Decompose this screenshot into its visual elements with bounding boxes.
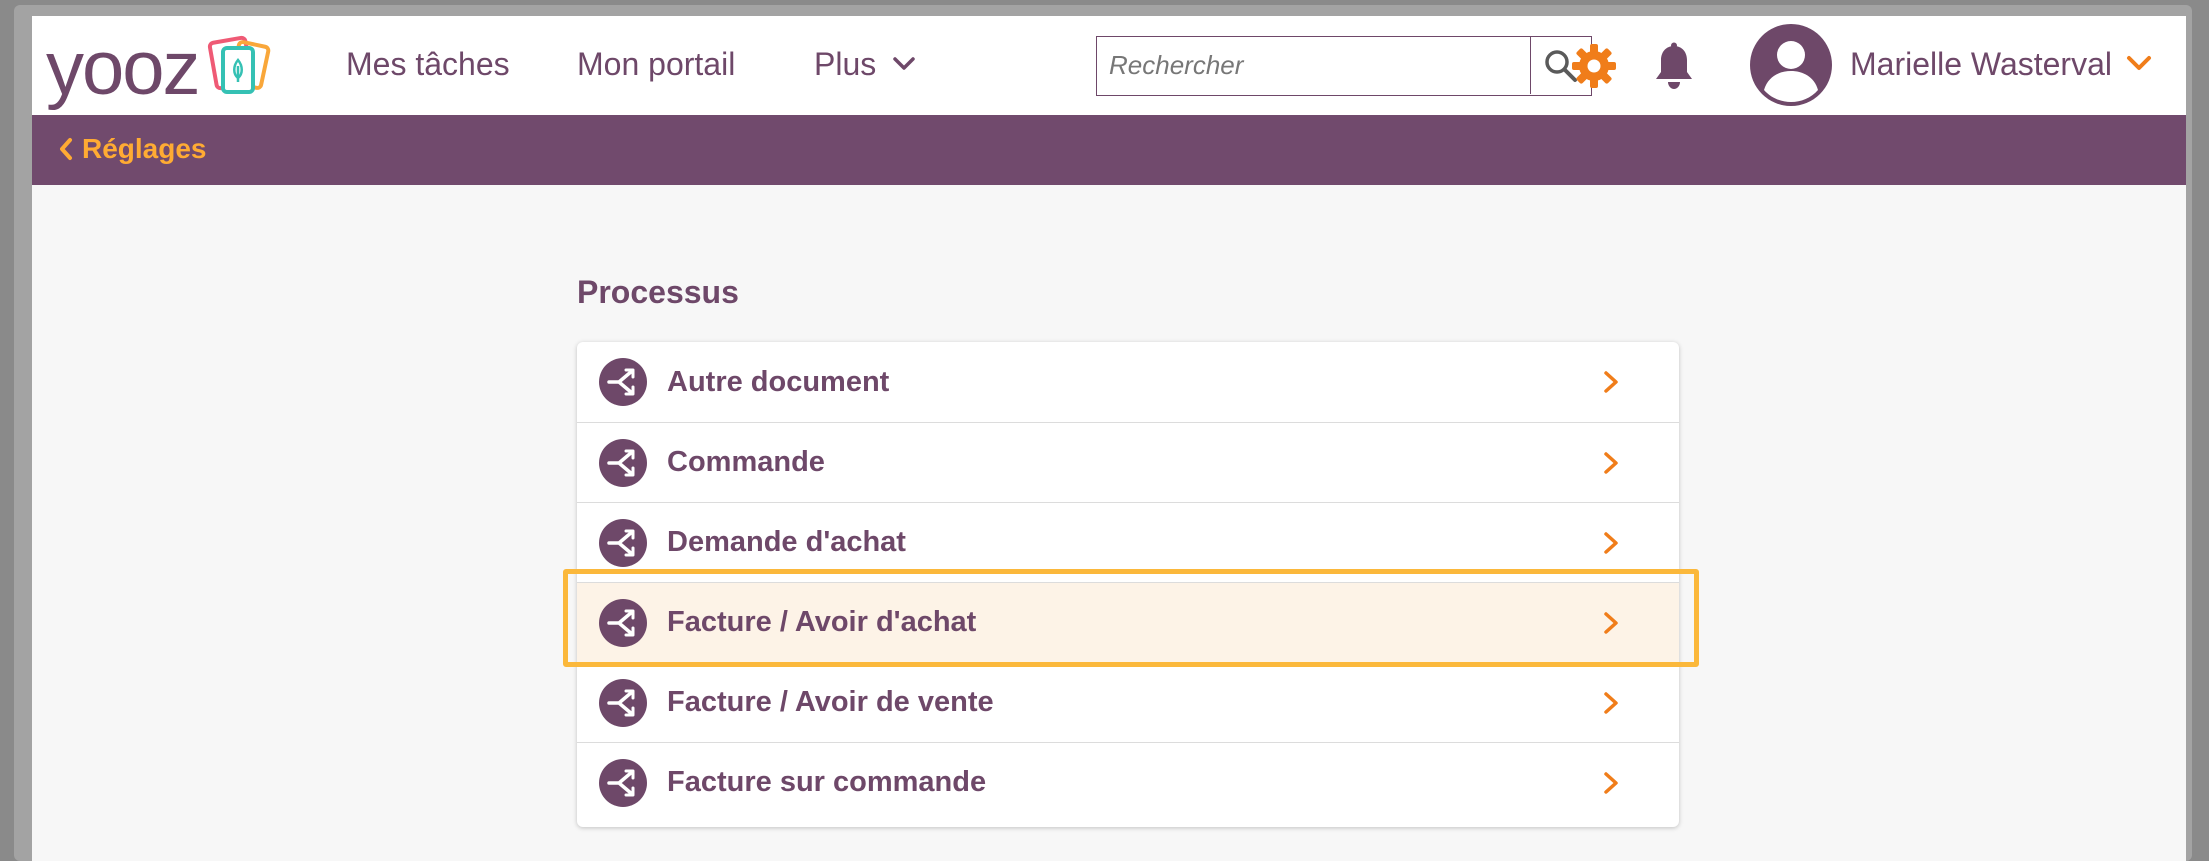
- chevron-right-icon: [1604, 531, 1618, 554]
- chevron-right-icon: [1604, 691, 1618, 714]
- process-label: Facture sur commande: [667, 766, 987, 798]
- nav-mes-taches[interactable]: Mes tâches: [346, 42, 510, 86]
- gear-icon[interactable]: [1570, 42, 1618, 90]
- process-branch-icon: [599, 758, 647, 807]
- logo-cards-icon: [207, 35, 270, 94]
- nav-plus-menu[interactable]: Plus: [814, 42, 916, 86]
- process-row-facture-avoir-de-vente[interactable]: Facture / Avoir de vente: [577, 662, 1679, 742]
- chevron-right-icon: [1604, 611, 1618, 634]
- search-input[interactable]: [1097, 37, 1521, 94]
- process-label: Demande d'achat: [667, 526, 906, 558]
- chevron-left-icon: [60, 138, 72, 160]
- top-bar: yooz Mes tâches Mon portail Plus Recherc…: [32, 16, 2186, 115]
- process-branch-icon: [599, 678, 647, 727]
- process-branch-icon: [599, 438, 647, 487]
- nav-mon-portail[interactable]: Mon portail: [577, 42, 735, 86]
- yooz-logo[interactable]: yooz: [46, 26, 271, 111]
- logo-text: yooz: [46, 26, 201, 111]
- user-avatar-icon[interactable]: [1750, 24, 1832, 106]
- chevron-down-icon: [893, 57, 915, 70]
- chevron-down-icon: [2126, 56, 2151, 70]
- process-label: Autre document: [667, 365, 890, 398]
- process-list: Autre document Commande Demande d'achat …: [577, 342, 1679, 827]
- nav-plus-label: Plus: [814, 46, 877, 82]
- process-row-commande[interactable]: Commande: [577, 422, 1679, 502]
- settings-header-band: Réglages: [32, 115, 2186, 185]
- process-row-autre-document[interactable]: Autre document: [577, 342, 1679, 422]
- process-row-demande-d-achat[interactable]: Demande d'achat: [577, 502, 1679, 582]
- chevron-right-icon: [1604, 451, 1618, 474]
- back-label: Réglages: [82, 133, 207, 164]
- chevron-right-icon: [1604, 371, 1618, 393]
- process-row-facture-avoir-d-achat[interactable]: Facture / Avoir d'achat: [577, 582, 1679, 662]
- section-title: Processus: [577, 274, 739, 310]
- user-menu[interactable]: Marielle Wasterval: [1850, 42, 2152, 86]
- process-label: Facture / Avoir de vente: [667, 686, 994, 718]
- search-box: [1096, 36, 1592, 96]
- process-label: Commande: [667, 446, 825, 478]
- app-window: yooz Mes tâches Mon portail Plus Recherc…: [32, 16, 2186, 861]
- back-to-reglages-link[interactable]: Réglages: [58, 129, 207, 169]
- user-name: Marielle Wasterval: [1850, 46, 2112, 82]
- process-branch-icon: [599, 598, 647, 647]
- bell-icon[interactable]: [1652, 42, 1696, 90]
- chevron-right-icon: [1604, 771, 1618, 794]
- process-branch-icon: [599, 358, 647, 406]
- process-row-facture-sur-commande[interactable]: Facture sur commande: [577, 742, 1679, 822]
- process-branch-icon: [599, 518, 647, 567]
- process-label: Facture / Avoir d'achat: [667, 606, 977, 638]
